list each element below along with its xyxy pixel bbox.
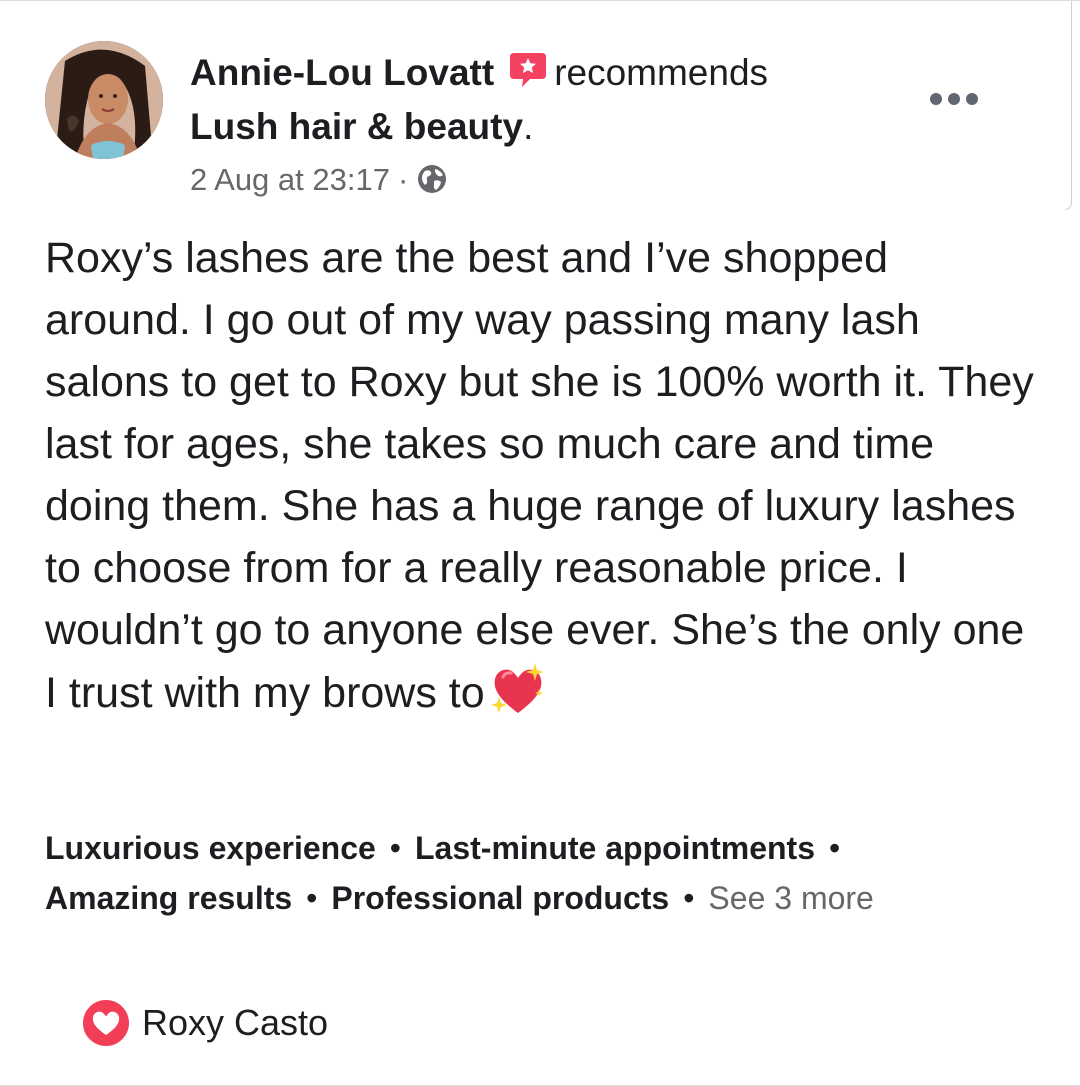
- sparkling-heart-emoji: [490, 663, 544, 713]
- more-options-icon[interactable]: [926, 85, 982, 113]
- post-body: Roxy’s lashes are the best and I’ve shop…: [45, 227, 1035, 724]
- recommendation-tags: Luxurious experience • Last-minute appoint…: [45, 823, 1045, 923]
- tag-item[interactable]: Amazing results: [45, 880, 292, 916]
- author-line: Annie-Lou Lovatt recommends: [190, 49, 768, 97]
- recommends-text: recommends: [554, 52, 769, 93]
- recommend-badge-icon: [510, 53, 547, 87]
- tag-bullet: •: [389, 830, 401, 866]
- avatar-image: [45, 41, 163, 159]
- tag-item[interactable]: Luxurious experience: [45, 830, 376, 866]
- post-body-text: Roxy’s lashes are the best and I’ve shop…: [45, 234, 1034, 717]
- page-line: Lush hair & beauty.: [190, 103, 533, 151]
- tag-item[interactable]: Last-minute appointments: [415, 830, 815, 866]
- tag-bullet: •: [683, 880, 695, 916]
- tag-bullet: •: [829, 830, 841, 866]
- tag-bullet: •: [306, 880, 318, 916]
- page-suffix: .: [523, 106, 534, 147]
- post-card: Annie-Lou Lovatt recommends Lush hair & …: [0, 0, 1080, 1086]
- see-more-tags-link[interactable]: See 3 more: [708, 880, 873, 916]
- globe-icon[interactable]: [416, 163, 448, 195]
- post-meta: 2 Aug at 23:17 ·: [190, 159, 448, 201]
- tag-item[interactable]: Professional products: [331, 880, 669, 916]
- love-reaction-icon: [81, 998, 131, 1048]
- post-timestamp[interactable]: 2 Aug at 23:17: [190, 162, 390, 197]
- author-avatar[interactable]: [45, 41, 163, 159]
- page-name-link[interactable]: Lush hair & beauty: [190, 106, 523, 147]
- meta-separator: ·: [397, 162, 409, 197]
- reactions-summary[interactable]: Roxy Casto: [80, 997, 328, 1049]
- author-name[interactable]: Annie-Lou Lovatt: [190, 52, 494, 93]
- reactor-names: Roxy Casto: [142, 1002, 329, 1043]
- card-edge: [1065, 1, 1072, 210]
